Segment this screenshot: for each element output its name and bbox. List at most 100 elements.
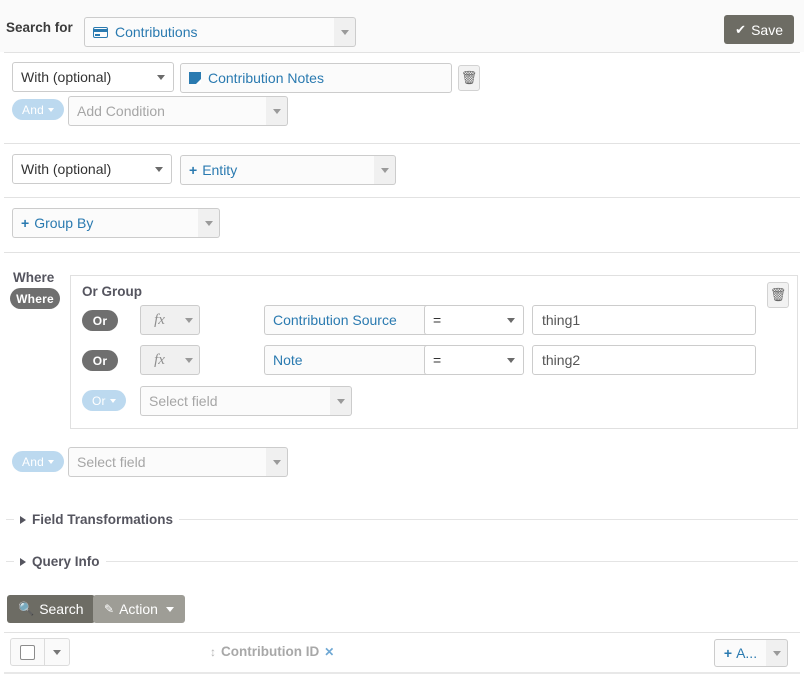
value-input-2[interactable]: thing2 (532, 345, 756, 375)
remove-column-x-icon[interactable]: ✕ (324, 645, 334, 659)
chevron-down-icon (507, 317, 515, 323)
results-table-header: ↕ Contribution ID ✕ + A... (0, 632, 804, 672)
caret-down-icon (47, 459, 54, 464)
field-transformations-section[interactable]: Field Transformations (6, 512, 798, 527)
column-header-label: Contribution ID (221, 644, 320, 659)
value-text-2: thing2 (542, 352, 581, 368)
value-input-1[interactable]: thing1 (532, 305, 756, 335)
and-badge-label-1: And (22, 102, 44, 117)
chevron-down-icon (155, 166, 163, 172)
field-label-2: Note (273, 352, 303, 368)
add-condition-select-1[interactable]: Add Condition (68, 96, 288, 126)
fx-button-2[interactable]: fx (140, 345, 178, 375)
search-for-label: Search for (6, 20, 73, 35)
divider-group-by (4, 252, 800, 253)
select-all-caret[interactable] (44, 639, 69, 665)
query-info-section[interactable]: Query Info (6, 554, 798, 569)
where-badge[interactable]: Where (10, 288, 60, 309)
field-transformations-title: Field Transformations (32, 512, 174, 527)
or-badge-1[interactable]: Or (82, 310, 118, 331)
action-button[interactable]: ✎ Action (93, 595, 185, 623)
add-condition-caret-1[interactable] (266, 96, 288, 126)
join-type-select-2[interactable]: With (optional) (12, 154, 172, 184)
join-type-label-2: With (optional) (21, 161, 112, 177)
add-column-caret[interactable] (766, 639, 788, 667)
comparison-label-2: = (433, 352, 442, 368)
add-or-field-select[interactable]: Select field (140, 386, 352, 416)
group-by-display[interactable]: + Group By (12, 208, 198, 238)
add-and-field-placeholder: Select field (77, 454, 146, 470)
comparison-select-2[interactable]: = (424, 345, 524, 375)
credit-card-icon (93, 26, 108, 38)
entity-select-caret[interactable] (334, 17, 356, 47)
group-by-caret[interactable] (198, 208, 220, 238)
add-entity-select[interactable]: + Entity (180, 155, 396, 185)
add-and-field-caret[interactable] (266, 447, 288, 477)
add-entity-display[interactable]: + Entity (180, 155, 374, 185)
note-icon (189, 72, 201, 84)
delete-or-group-button[interactable]: 🗑 (767, 282, 789, 308)
pencil-icon: ✎ (104, 602, 115, 616)
fx-button-1[interactable]: fx (140, 305, 178, 335)
and-badge-2[interactable]: And (12, 451, 64, 472)
add-condition-display-1[interactable]: Add Condition (68, 96, 266, 126)
or-badge-3[interactable]: Or (82, 390, 126, 411)
or-badge-label-2: Or (92, 353, 108, 368)
caret-down-icon (109, 398, 116, 403)
plus-icon: + (189, 162, 198, 178)
divider-results-bottom (4, 672, 800, 674)
caret-down-icon (53, 649, 61, 655)
where-label: Where (13, 270, 55, 285)
join-entity-display-1[interactable]: Contribution Notes (180, 63, 452, 93)
entity-select[interactable]: Contributions (84, 17, 356, 47)
or-badge-label-1: Or (92, 313, 108, 328)
add-column-display[interactable]: + A... (714, 639, 766, 667)
add-column-label: A... (736, 645, 758, 661)
check-icon: ✔ (735, 21, 747, 37)
join-entity-label-1: Contribution Notes (208, 70, 324, 86)
add-and-field-display[interactable]: Select field (68, 447, 266, 477)
fx-toggle-1[interactable]: fx (140, 305, 200, 335)
add-or-field-placeholder: Select field (149, 393, 218, 409)
fx-toggle-2[interactable]: fx (140, 345, 200, 375)
save-button[interactable]: ✔ Save (724, 15, 794, 44)
query-info-title: Query Info (32, 554, 100, 569)
fx-caret-2[interactable] (178, 345, 200, 375)
sort-icon[interactable]: ↕ (210, 645, 216, 659)
comparison-label-1: = (433, 312, 442, 328)
add-entity-caret[interactable] (374, 155, 396, 185)
or-badge-2[interactable]: Or (82, 350, 118, 371)
fx-label-1: fx (154, 311, 165, 328)
select-all-control[interactable] (10, 638, 70, 666)
join-entity-select-1[interactable]: Contribution Notes (180, 63, 452, 93)
save-button-label: Save (751, 21, 783, 38)
group-by-select[interactable]: + Group By (12, 208, 220, 238)
add-or-field-display[interactable]: Select field (140, 386, 330, 416)
delete-join-1-button[interactable]: 🗑 (458, 65, 480, 91)
fx-caret-1[interactable] (178, 305, 200, 335)
column-header-contribution-id[interactable]: ↕ Contribution ID ✕ (210, 644, 334, 659)
chevron-down-icon (157, 74, 165, 80)
add-condition-placeholder-1: Add Condition (77, 103, 165, 119)
trash-icon: 🗑 (769, 287, 787, 302)
join-type-label-1: With (optional) (21, 69, 112, 85)
group-by-label: Group By (34, 215, 94, 231)
section-dash (6, 561, 14, 562)
entity-select-display[interactable]: Contributions (84, 17, 334, 47)
add-column-select[interactable]: + A... (714, 639, 788, 667)
triangle-right-icon (20, 557, 26, 566)
comparison-select-1[interactable]: = (424, 305, 524, 335)
add-and-field-select[interactable]: Select field (68, 447, 288, 477)
add-or-field-caret[interactable] (330, 386, 352, 416)
and-badge-1[interactable]: And (12, 99, 64, 120)
chevron-down-icon (507, 357, 515, 363)
join-type-select-1[interactable]: With (optional) (12, 62, 174, 92)
search-button-label: Search (39, 601, 84, 617)
select-all-checkbox[interactable] (20, 644, 35, 660)
field-label-1: Contribution Source (273, 312, 397, 328)
section-rule (179, 519, 798, 520)
triangle-right-icon (20, 515, 26, 524)
search-button[interactable]: 🔍 Search (7, 595, 95, 623)
caret-down-icon (47, 107, 54, 112)
action-button-label: Action (119, 601, 158, 617)
